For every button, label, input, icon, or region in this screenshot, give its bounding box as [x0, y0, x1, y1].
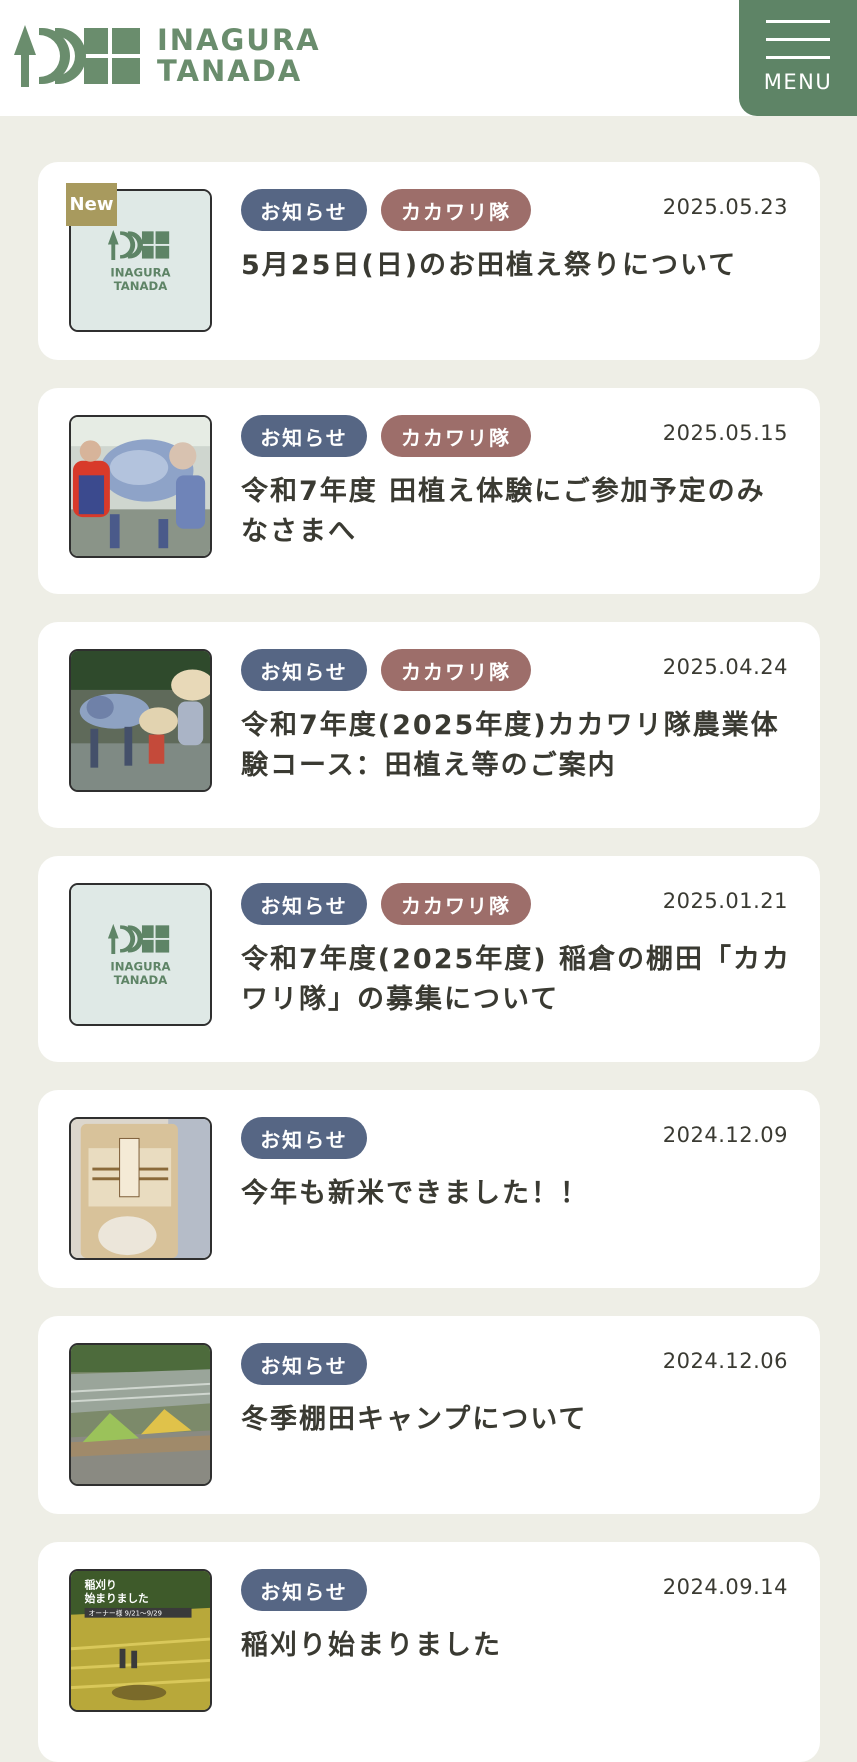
- tag-kakawari[interactable]: カカワリ隊: [381, 649, 531, 691]
- tag-info[interactable]: お知らせ: [241, 415, 367, 457]
- news-card[interactable]: お知らせ カカワリ隊 2025.04.24 令和7年度(2025年度)カカワリ隊…: [38, 622, 820, 828]
- post-date: 2025.01.21: [662, 889, 788, 913]
- svg-text:稲刈り: 稲刈り: [85, 1578, 117, 1591]
- post-title[interactable]: 今年も新米できました！！: [241, 1174, 791, 1214]
- menu-label: MENU: [763, 70, 833, 94]
- rice-planting-photo-icon: [71, 651, 210, 790]
- svg-text:INAGURA: INAGURA: [110, 960, 170, 974]
- tag-kakawari[interactable]: カカワリ隊: [381, 883, 531, 925]
- tents-terraces-photo-icon: [71, 1345, 210, 1484]
- post-date: 2024.12.06: [662, 1349, 788, 1373]
- post-thumbnail: [69, 415, 212, 558]
- post-date: 2025.05.23: [662, 195, 788, 219]
- tag-info[interactable]: お知らせ: [241, 1117, 367, 1159]
- post-thumbnail: INAGURA TANADA: [69, 883, 212, 1026]
- tag-list: お知らせ: [241, 1343, 367, 1385]
- rice-bag-photo-icon: [71, 1119, 210, 1258]
- site-header: INAGURA TANADA MENU: [0, 0, 857, 116]
- post-thumbnail: [69, 1343, 212, 1486]
- hamburger-icon: [766, 20, 830, 23]
- post-date: 2024.09.14: [662, 1575, 788, 1599]
- news-card[interactable]: INAGURA TANADA お知らせ カカワリ隊 2025.01.21 令和7…: [38, 856, 820, 1062]
- news-card[interactable]: New INAGURA TANADA お知らせ カカワリ隊 2025.05.23…: [38, 162, 820, 360]
- logo-line-1: INAGURA: [157, 23, 321, 57]
- post-title[interactable]: 稲刈り始まりました: [241, 1626, 791, 1666]
- rice-planting-photo-icon: [71, 417, 210, 556]
- post-date: 2025.04.24: [662, 655, 788, 679]
- tag-list: お知らせ: [241, 1569, 367, 1611]
- post-title[interactable]: 5月25日(日)のお田植え祭りについて: [241, 246, 791, 286]
- post-title[interactable]: 令和7年度(2025年度)カカワリ隊農業体験コース：田植え等のご案内: [241, 706, 791, 786]
- menu-button[interactable]: MENU: [739, 0, 857, 116]
- tag-list: お知らせ: [241, 1117, 367, 1159]
- svg-text:オーナー様 9/21〜9/29: オーナー様 9/21〜9/29: [88, 1609, 161, 1618]
- svg-text:始まりました: 始まりました: [85, 1592, 149, 1605]
- post-thumbnail: 稲刈り 始まりました オーナー様 9/21〜9/29: [69, 1569, 212, 1712]
- inagura-logo-icon: INAGURA TANADA: [71, 885, 210, 1024]
- post-title[interactable]: 冬季棚田キャンプについて: [241, 1400, 791, 1440]
- svg-text:TANADA: TANADA: [114, 279, 168, 293]
- tag-list: お知らせ カカワリ隊: [241, 649, 531, 691]
- news-card[interactable]: お知らせ 2024.12.09 今年も新米できました！！: [38, 1090, 820, 1288]
- svg-text:TANADA: TANADA: [114, 973, 168, 987]
- tag-list: お知らせ カカワリ隊: [241, 883, 531, 925]
- post-thumbnail: [69, 1117, 212, 1260]
- post-title[interactable]: 令和7年度 田植え体験にご参加予定のみなさまへ: [241, 472, 791, 552]
- news-card[interactable]: お知らせ 2024.12.06 冬季棚田キャンプについて: [38, 1316, 820, 1514]
- post-date: 2025.05.15: [662, 421, 788, 445]
- new-badge: New: [66, 183, 117, 226]
- tag-kakawari[interactable]: カカワリ隊: [381, 415, 531, 457]
- tag-list: お知らせ カカワリ隊: [241, 415, 531, 457]
- tag-info[interactable]: お知らせ: [241, 189, 367, 231]
- tag-info[interactable]: お知らせ: [241, 1343, 367, 1385]
- post-date: 2024.12.09: [662, 1123, 788, 1147]
- logo-line-2: TANADA: [157, 54, 303, 88]
- tag-list: お知らせ カカワリ隊: [241, 189, 531, 231]
- harvest-poster-photo-icon: 稲刈り 始まりました オーナー様 9/21〜9/29: [71, 1571, 210, 1710]
- site-logo[interactable]: INAGURA TANADA: [14, 24, 321, 88]
- post-thumbnail: [69, 649, 212, 792]
- news-card[interactable]: お知らせ カカワリ隊 2025.05.15 令和7年度 田植え体験にご参加予定の…: [38, 388, 820, 594]
- post-title[interactable]: 令和7年度(2025年度) 稲倉の棚田「カカワリ隊」の募集について: [241, 940, 791, 1020]
- svg-text:INAGURA: INAGURA: [110, 266, 170, 280]
- tag-info[interactable]: お知らせ: [241, 883, 367, 925]
- logo-mark-icon: [14, 25, 140, 87]
- tag-info[interactable]: お知らせ: [241, 649, 367, 691]
- hamburger-icon-bar: [766, 56, 830, 59]
- hamburger-icon-bar: [766, 38, 830, 41]
- news-card[interactable]: 稲刈り 始まりました オーナー様 9/21〜9/29 お知らせ 2024.09.…: [38, 1542, 820, 1762]
- logo-wordmark: INAGURA TANADA: [157, 25, 321, 87]
- tag-info[interactable]: お知らせ: [241, 1569, 367, 1611]
- tag-kakawari[interactable]: カカワリ隊: [381, 189, 531, 231]
